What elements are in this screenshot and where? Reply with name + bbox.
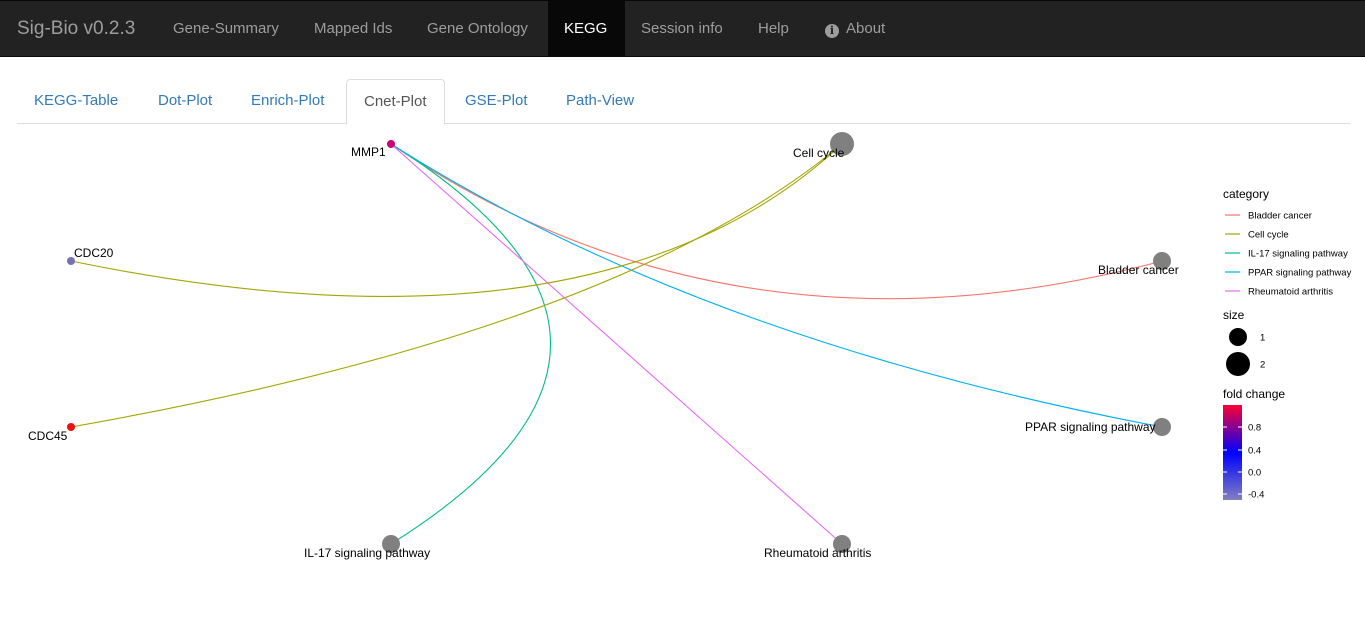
legend-label-ppar-signaling-pathway: PPAR signaling pathway (1248, 268, 1352, 279)
legend-size-label-1: 1 (1260, 333, 1265, 344)
label-ppar-signaling-pathway: PPAR signaling pathway (1025, 420, 1156, 434)
legend-fold-colorbar (1223, 405, 1242, 500)
legend-size-label-2: 2 (1260, 360, 1265, 371)
label-il-17-signaling-pathway: IL-17 signaling pathway (304, 546, 430, 560)
network-edges (70, 143, 1163, 545)
edge-cdc45-cell-cycle (70, 143, 843, 428)
cnet-plot: MMP1 CDC20 CDC45 Cell cycle Bladder cancer PP… (28, 132, 1352, 560)
node-ppar-signaling-pathway (1153, 418, 1171, 436)
edge-mmp1-il-17-signaling-pathway (390, 143, 552, 545)
legend-fold-tick: 0.4 (1248, 446, 1261, 457)
legend-size-title: size (1223, 308, 1245, 322)
network-nodes (67, 132, 1171, 553)
network-labels: MMP1 CDC20 CDC45 Cell cycle Bladder cancer PP… (28, 145, 1179, 560)
legend-fold-tick: -0.4 (1248, 490, 1264, 501)
label-rheumatoid-arthritis: Rheumatoid arthritis (764, 546, 871, 560)
legend-label-il-17-signaling-pathway: IL-17 signaling pathway (1248, 249, 1348, 260)
legend-label-rheumatoid-arthritis: Rheumatoid arthritis (1248, 287, 1333, 298)
legend-fold-title: fold change (1223, 387, 1285, 401)
legend-fold-tick: 0.0 (1248, 468, 1261, 479)
legend-size-dot-2 (1226, 352, 1250, 376)
label-mmp1: MMP1 (351, 145, 386, 159)
legend-fold-tick: 0.8 (1248, 423, 1261, 434)
legend-label-bladder-cancer: Bladder cancer (1248, 211, 1312, 222)
legend-label-cell-cycle: Cell cycle (1248, 230, 1289, 241)
legend-category-title: category (1223, 187, 1269, 201)
label-bladder-cancer: Bladder cancer (1098, 263, 1179, 277)
node-mmp1 (387, 140, 395, 148)
label-cdc45: CDC45 (28, 429, 68, 443)
legend-size-dot-1 (1229, 328, 1247, 346)
edge-cdc20-cell-cycle (70, 143, 843, 297)
node-cdc45 (67, 423, 75, 431)
plot-legend: category Bladder cancer Cell cycle IL-17 si… (1223, 187, 1352, 501)
edge-mmp1-rheumatoid-arthritis (390, 143, 843, 545)
label-cdc20: CDC20 (74, 246, 114, 260)
label-cell-cycle: Cell cycle (793, 146, 845, 160)
edge-mmp1-bladder-cancer (390, 143, 1163, 300)
